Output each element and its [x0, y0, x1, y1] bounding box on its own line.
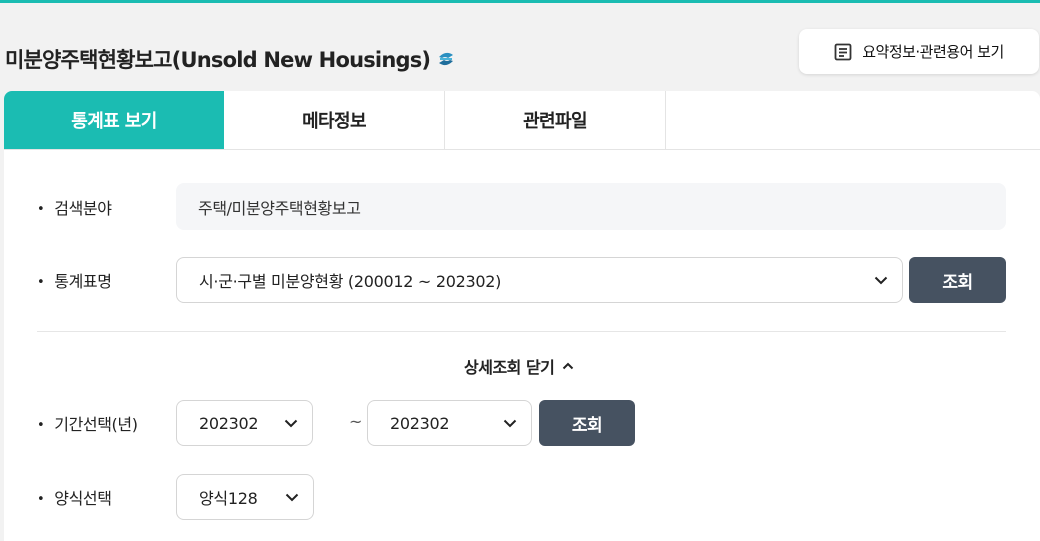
- tab-related-files[interactable]: 관련파일: [445, 91, 666, 149]
- tab-related-files-label: 관련파일: [523, 111, 587, 132]
- format-value: 양식128: [199, 489, 258, 508]
- content-panel: 통계표 보기 메타정보 관련파일 검색분야 주택/미분양주택현황보고 통계표명 …: [4, 91, 1040, 541]
- tab-meta-info-label: 메타정보: [302, 111, 366, 132]
- document-list-icon: [834, 43, 852, 61]
- period-search-button[interactable]: 조회: [539, 400, 635, 446]
- period-from-value: 202302: [199, 413, 259, 433]
- table-name-value: 시·군·구별 미분양현황 (200012 ~ 202302): [199, 272, 502, 291]
- chevron-down-icon: [285, 493, 299, 502]
- chevron-down-icon: [874, 276, 888, 285]
- period-to-select[interactable]: 202302: [367, 400, 532, 446]
- format-label: 양식선택: [37, 485, 112, 509]
- summary-terms-label: 요약정보·관련용어 보기: [862, 43, 1004, 61]
- section-divider: [37, 331, 1006, 332]
- tab-table-view[interactable]: 통계표 보기: [4, 91, 224, 149]
- format-select[interactable]: 양식128: [176, 474, 314, 520]
- chevron-down-icon: [503, 419, 517, 428]
- table-name-select[interactable]: 시·군·구별 미분양현황 (200012 ~ 202302): [176, 257, 903, 303]
- tab-meta-info[interactable]: 메타정보: [224, 91, 445, 149]
- category-field: 주택/미분양주택현황보고: [176, 183, 1006, 230]
- category-value: 주택/미분양주택현황보고: [198, 198, 361, 218]
- tab-bar: 통계표 보기 메타정보 관련파일: [4, 91, 1040, 150]
- page-title-text: 미분양주택현황보고(Unsold New Housings): [5, 48, 431, 72]
- category-label: 검색분야: [37, 195, 112, 219]
- detail-toggle-button[interactable]: 상세조회 닫기: [464, 354, 574, 378]
- period-to-value: 202302: [390, 413, 450, 433]
- summary-terms-button[interactable]: 요약정보·관련용어 보기: [799, 29, 1039, 74]
- detail-toggle-label: 상세조회 닫기: [464, 358, 555, 377]
- page-title: 미분양주택현황보고(Unsold New Housings): [5, 44, 456, 74]
- table-name-label: 통계표명: [37, 268, 112, 292]
- tab-table-view-label: 통계표 보기: [71, 111, 157, 132]
- chevron-down-icon: [284, 419, 298, 428]
- period-search-button-label: 조회: [571, 415, 603, 436]
- table-search-button[interactable]: 조회: [909, 257, 1006, 303]
- period-from-select[interactable]: 202302: [176, 400, 313, 446]
- period-label: 기간선택(년): [37, 411, 138, 435]
- chevron-up-icon: [562, 362, 574, 370]
- table-search-button-label: 조회: [942, 272, 973, 293]
- share-icon[interactable]: [436, 49, 456, 69]
- period-separator: ~: [349, 412, 363, 431]
- top-accent-bar: [0, 0, 1040, 3]
